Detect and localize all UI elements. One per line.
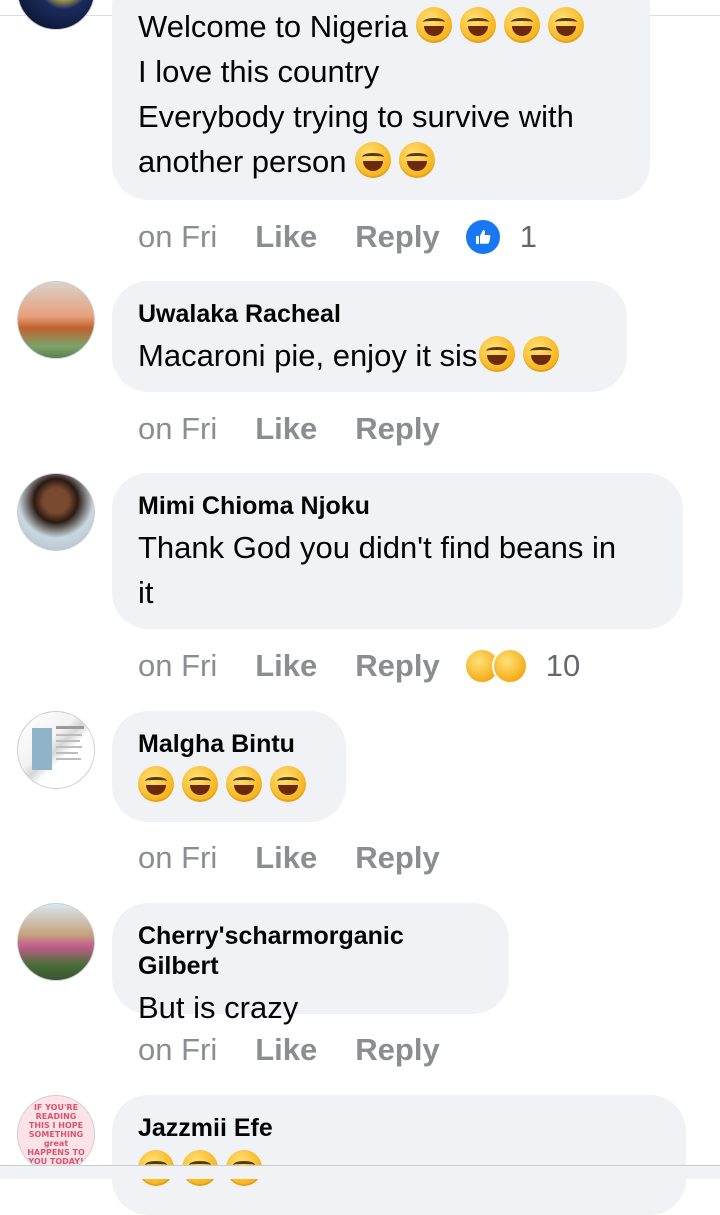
rolling-laughing-emoji-icon [547,7,584,43]
avatar[interactable] [17,0,95,30]
commenter-name[interactable]: Cherry'scharmorganic Gilbert [138,921,483,981]
avatar[interactable] [17,473,95,551]
tears-of-joy-emoji-icon [226,766,262,802]
comment-time[interactable]: on Fri [138,1030,217,1070]
reaction-summary[interactable]: 1 [463,217,537,257]
tears-of-joy-emoji-icon [479,336,516,372]
comment-text: Thank God you didn't find beans in it [138,530,617,610]
comment-text: Welcome to Nigeria I love this country E… [138,4,624,184]
like-button[interactable]: Like [255,409,317,449]
commenter-name[interactable]: Uwalaka Racheal [138,299,601,329]
comment-actions: on Fri Like Reply 10 [138,646,580,686]
comment-text: Macaroni pie, enjoy it sis [138,333,601,378]
comment-text [138,763,320,808]
rolling-laughing-emoji-icon [354,142,391,178]
comment-composer-bar[interactable] [0,1166,720,1179]
comment-bubble: Cherry'scharmorganic Gilbert But is craz… [112,903,509,1025]
reply-button[interactable]: Reply [355,1030,439,1070]
reply-button[interactable]: Reply [355,838,439,878]
comment-bubble: Uwalaka Racheal Macaroni pie, enjoy it s… [112,281,627,392]
avatar-quote-image: IF YOU'RE READING THIS I HOPE SOMETHING … [27,1102,85,1166]
tears-of-joy-emoji-icon [270,766,306,802]
like-button[interactable]: Like [255,217,317,257]
tears-of-joy-emoji-icon [138,766,174,802]
comment-actions: on Fri Like Reply [138,838,440,878]
comment-bubble: Welcome to Nigeria I love this country E… [112,0,650,200]
commenter-name[interactable]: Malgha Bintu [138,729,320,759]
reply-button[interactable]: Reply [355,409,439,449]
comment-actions: on Fri Like Reply [138,1030,440,1070]
reply-button[interactable]: Reply [355,646,439,686]
comment-bubble: Jazzmii Efe [112,1095,686,1215]
comment-text: But is crazy [138,990,299,1025]
comment-actions: on Fri Like Reply [138,409,440,449]
avatar[interactable] [17,281,95,359]
like-icon [463,218,502,256]
commenter-name[interactable]: Mimi Chioma Njoku [138,491,657,521]
rolling-laughing-emoji-icon [398,142,435,178]
avatar-image-icon [32,726,84,770]
comment-actions: on Fri Like Reply 1 [138,217,537,257]
like-button[interactable]: Like [255,646,317,686]
sad-icon [491,648,528,684]
commenter-name[interactable]: Jazzmii Efe [138,1113,660,1143]
comment-time[interactable]: on Fri [138,217,217,257]
avatar[interactable]: IF YOU'RE READING THIS I HOPE SOMETHING … [17,1095,95,1173]
avatar[interactable] [17,711,95,789]
comment-time[interactable]: on Fri [138,838,217,878]
comment-bubble: Mimi Chioma Njoku Thank God you didn't f… [112,473,683,629]
comment-time[interactable]: on Fri [138,409,217,449]
reaction-summary[interactable]: 10 [463,646,581,686]
like-button[interactable]: Like [255,1030,317,1070]
tears-of-joy-emoji-icon [182,766,218,802]
comment-bubble: Malgha Bintu [112,711,346,822]
rolling-laughing-emoji-icon [415,7,452,43]
reaction-count: 1 [519,219,537,254]
comment-time[interactable]: on Fri [138,646,217,686]
reply-button[interactable]: Reply [355,217,439,257]
avatar[interactable] [17,903,95,981]
like-button[interactable]: Like [255,838,317,878]
rolling-laughing-emoji-icon [459,7,496,43]
reaction-count: 10 [545,648,581,683]
rolling-laughing-emoji-icon [503,7,540,43]
tears-of-joy-emoji-icon [523,336,560,372]
